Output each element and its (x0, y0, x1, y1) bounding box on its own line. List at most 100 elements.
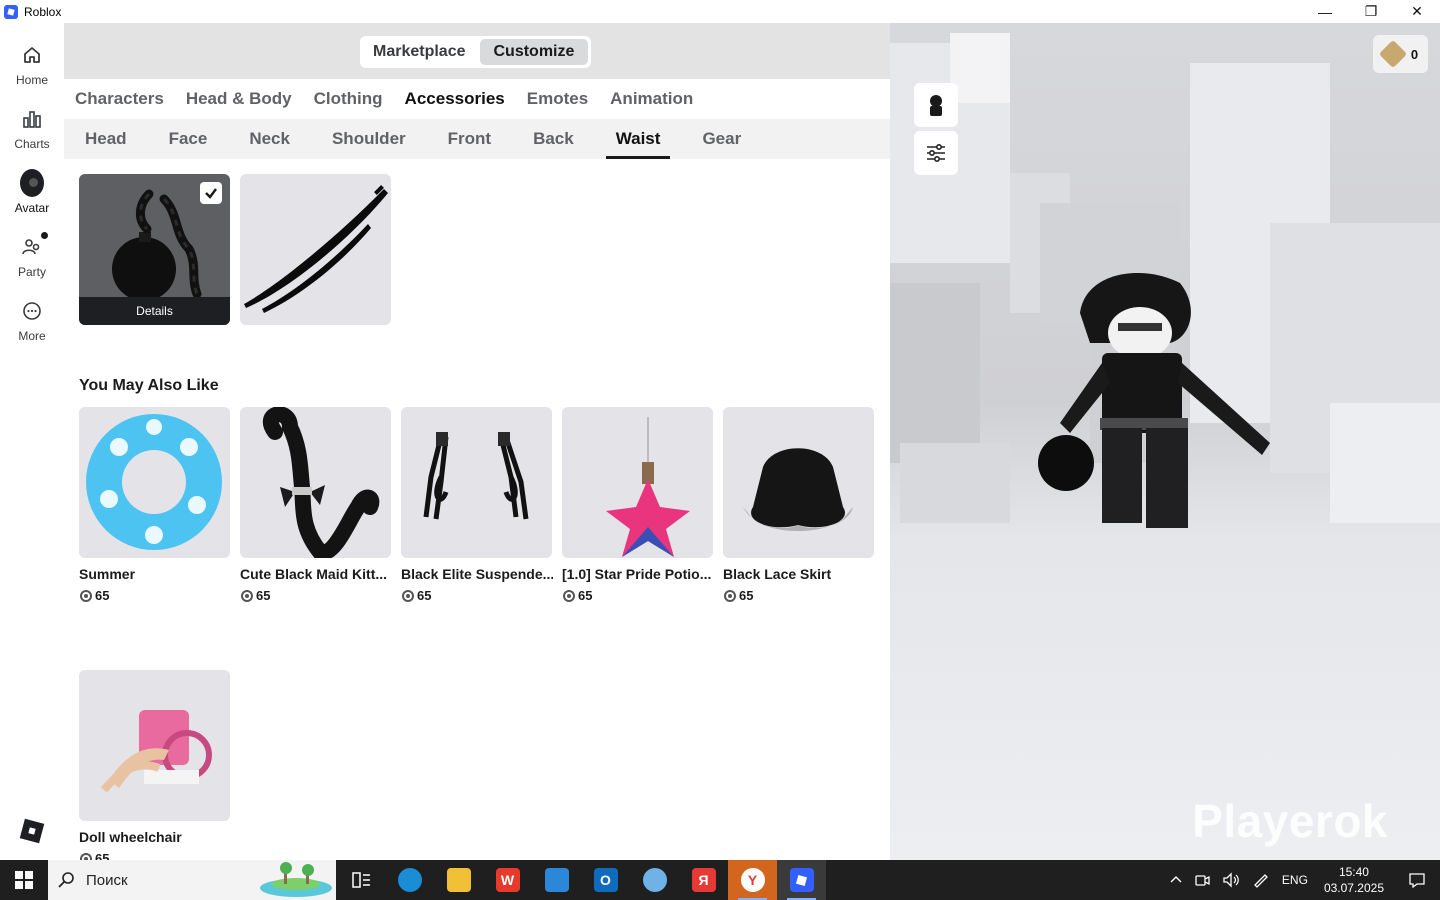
item-name[interactable]: Black Elite Suspende... (401, 566, 553, 582)
recommendation-card[interactable] (562, 407, 713, 558)
summer-float-image (86, 414, 222, 550)
avatar-preview[interactable]: 0 Playerok (890, 23, 1440, 860)
speaker-icon (1223, 872, 1239, 888)
inventory-item-ball-and-chain[interactable]: Details (79, 174, 230, 325)
recommendation-card[interactable] (79, 670, 230, 821)
tab-head-body[interactable]: Head & Body (186, 89, 292, 109)
language-indicator[interactable]: ENG (1276, 860, 1314, 900)
subtab-back[interactable]: Back (512, 119, 595, 159)
taskbar-app-yandex-browser[interactable]: Y (728, 860, 777, 900)
subtab-gear[interactable]: Gear (681, 119, 762, 159)
customize-button[interactable]: Customize (479, 39, 589, 65)
taskbar-app-explorer[interactable] (434, 860, 483, 900)
recommendation-card[interactable] (401, 407, 552, 558)
task-view-button[interactable] (336, 860, 385, 900)
taskbar-app-yandex[interactable]: Я (679, 860, 728, 900)
equipped-check-icon[interactable] (200, 182, 222, 204)
wps-icon: W (495, 868, 520, 892)
restore-button[interactable]: ❐ (1348, 0, 1394, 23)
item-name[interactable]: Summer (79, 566, 231, 582)
tab-animation[interactable]: Animation (610, 89, 693, 109)
taskbar: Поиск W O Я Y ENG 15:40 03.07.2025 (0, 860, 1440, 900)
robux-icon (80, 852, 92, 860)
edge-icon (397, 868, 422, 892)
tab-accessories[interactable]: Accessories (405, 89, 505, 109)
robux-icon (724, 589, 736, 602)
window-titlebar: Roblox — ❐ ✕ (0, 0, 1440, 23)
pen-icon (1254, 874, 1268, 888)
subtab-neck[interactable]: Neck (228, 119, 311, 159)
watermark: Playerok (1192, 795, 1388, 847)
marketplace-button[interactable]: Marketplace (363, 39, 476, 65)
notifications-button[interactable] (1394, 860, 1440, 900)
clock[interactable]: 15:40 03.07.2025 (1314, 864, 1394, 896)
task-view-icon (351, 872, 370, 888)
avatar-view-button[interactable] (914, 83, 958, 127)
subtab-front[interactable]: Front (427, 119, 512, 159)
recommendation-card[interactable] (723, 407, 874, 558)
pen-button[interactable] (1246, 860, 1276, 900)
inventory-content: Details You May Also Like Summer 65 Cute… (64, 159, 890, 860)
recommendation-card[interactable] (79, 407, 230, 558)
clock-time: 15:40 (1338, 865, 1369, 879)
category-tabs: Characters Head & Body Clothing Accessor… (64, 79, 890, 119)
nav-label: More (18, 329, 46, 343)
item-name[interactable]: Black Lace Skirt (723, 566, 875, 582)
minimize-button[interactable]: — (1302, 0, 1348, 23)
robux-balance-value: 0 (1410, 46, 1419, 62)
settings-sliders-button[interactable] (914, 131, 958, 175)
window-title: Roblox (24, 4, 62, 19)
paint-icon (642, 868, 667, 892)
item-name[interactable]: [1.0] Star Pride Potio... (562, 566, 714, 582)
volume-button[interactable] (1216, 860, 1246, 900)
taskbar-app-wps[interactable]: W (483, 860, 532, 900)
robux-icon (563, 589, 575, 602)
robux-balance[interactable]: 0 (1373, 35, 1428, 73)
taskbar-app-outlook[interactable]: O (581, 860, 630, 900)
taskbar-app-paint[interactable] (630, 860, 679, 900)
subtab-shoulder[interactable]: Shoulder (311, 119, 427, 159)
item-name[interactable]: Doll wheelchair (79, 829, 231, 845)
tab-characters[interactable]: Characters (75, 89, 164, 109)
nav-avatar[interactable]: Avatar (0, 165, 64, 225)
robux-icon (402, 589, 414, 602)
twin-katanas-image (244, 185, 388, 313)
inventory-item-twin-katanas[interactable] (240, 174, 391, 325)
more-icon (20, 299, 44, 323)
search-icon (58, 872, 74, 888)
nav-home[interactable]: Home (0, 37, 64, 97)
windows-start-button[interactable] (0, 860, 48, 900)
taskbar-search[interactable]: Поиск (48, 860, 336, 900)
show-hidden-icons-button[interactable] (1164, 860, 1188, 900)
details-button[interactable]: Details (79, 297, 230, 325)
home-icon (20, 43, 44, 67)
roblox-icon (789, 868, 814, 892)
item-name[interactable]: Cute Black Maid Kitt... (240, 566, 392, 582)
subtab-waist[interactable]: Waist (605, 119, 671, 159)
subtab-face[interactable]: Face (148, 119, 229, 159)
close-button[interactable]: ✕ (1394, 0, 1440, 23)
taskbar-app-roblox[interactable] (777, 860, 826, 900)
maid-tail-image (262, 407, 380, 558)
nav-label: Avatar (14, 201, 50, 215)
taskbar-app-edge[interactable] (385, 860, 434, 900)
nav-charts[interactable]: Charts (0, 101, 64, 161)
nav-party[interactable]: Party (0, 229, 64, 289)
meet-now-button[interactable] (1188, 860, 1216, 900)
roblox-app-icon (4, 4, 18, 19)
avatar-icon (20, 169, 44, 197)
recommendation-card[interactable] (240, 407, 391, 558)
sliders-icon (927, 143, 945, 163)
recommendations-title: You May Also Like (79, 377, 219, 394)
tab-emotes[interactable]: Emotes (527, 89, 588, 109)
charts-icon (20, 107, 44, 131)
doll-wheelchair-image (100, 710, 212, 793)
taskbar-app-store[interactable] (532, 860, 581, 900)
item-price: 65 (80, 851, 109, 860)
roblox-logo-icon[interactable] (19, 818, 45, 844)
nav-more[interactable]: More (0, 293, 64, 353)
windows-logo-icon (15, 871, 33, 889)
subtab-head[interactable]: Head (64, 119, 148, 159)
tab-clothing[interactable]: Clothing (314, 89, 383, 109)
nav-label: Charts (14, 137, 50, 151)
